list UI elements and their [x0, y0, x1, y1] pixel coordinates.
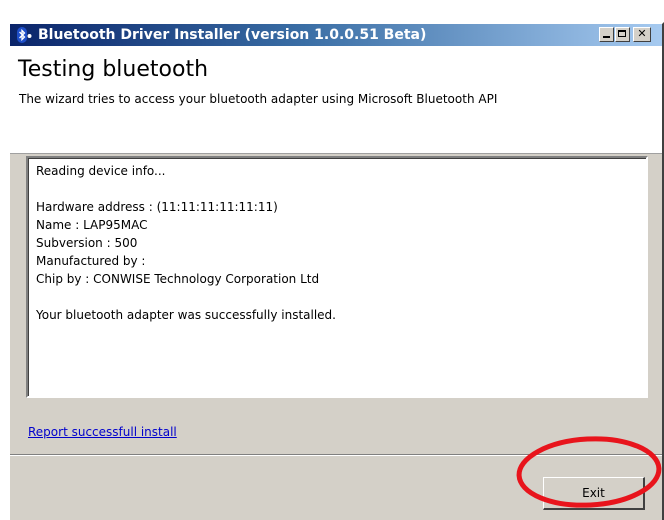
log-line: Chip by : CONWISE Technology Corporation…: [36, 272, 320, 286]
log-line: Manufactured by :: [36, 254, 146, 268]
log-line: Name : LAP95MAC: [36, 218, 148, 232]
footer-divider: [10, 454, 662, 456]
maximize-icon[interactable]: [615, 27, 630, 42]
title-bar[interactable]: Bluetooth Driver Installer (version 1.0.…: [10, 24, 662, 46]
minimize-icon[interactable]: [599, 27, 614, 42]
close-icon[interactable]: ✕: [633, 27, 651, 42]
report-install-link[interactable]: Report successfull install: [28, 425, 177, 439]
log-line: Reading device info...: [36, 164, 166, 178]
log-line: Your bluetooth adapter was successfully …: [36, 308, 336, 322]
wizard-header: Testing bluetooth The wizard tries to ac…: [10, 46, 662, 154]
installer-window: Bluetooth Driver Installer (version 1.0.…: [8, 22, 664, 520]
page-subtitle: The wizard tries to access your bluetoot…: [19, 92, 498, 106]
bluetooth-icon: [17, 27, 32, 43]
device-info-log[interactable]: Reading device info... Hardware address …: [26, 156, 648, 398]
page-title: Testing bluetooth: [18, 57, 209, 82]
log-line: Hardware address : (11:11:11:11:11:11): [36, 200, 278, 214]
window-title: Bluetooth Driver Installer (version 1.0.…: [38, 27, 427, 43]
log-line: Subversion : 500: [36, 236, 138, 250]
exit-button[interactable]: Exit: [543, 477, 645, 510]
